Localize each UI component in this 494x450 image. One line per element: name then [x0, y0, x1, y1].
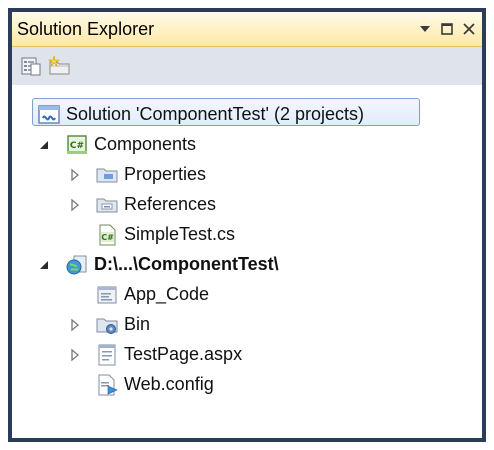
expanded-arrow-icon[interactable]	[38, 258, 52, 272]
tree-item-label: TestPage.aspx	[124, 344, 243, 364]
solution-icon	[38, 104, 60, 126]
show-all-files-icon[interactable]	[48, 55, 70, 77]
tree-item-testpage[interactable]: TestPage.aspx	[12, 340, 482, 370]
app-code-folder-icon	[96, 284, 118, 306]
properties-folder-icon	[96, 164, 118, 186]
csharp-project-icon: C#	[66, 134, 88, 156]
expanded-arrow-icon[interactable]	[38, 138, 52, 152]
title-bar[interactable]: Solution Explorer	[12, 12, 482, 47]
tree-item-label: Web.config	[124, 374, 214, 394]
dropdown-arrow-icon[interactable]	[418, 20, 432, 38]
bin-folder-icon	[96, 314, 118, 336]
tree-item-label: Components	[94, 134, 197, 154]
tree-item-label: App_Code	[124, 284, 210, 304]
tree-item-label: References	[124, 194, 217, 214]
website-project-icon	[66, 254, 88, 276]
tree-item-project-website[interactable]: D:\...\ComponentTest\	[12, 250, 482, 280]
svg-text:C#: C#	[101, 233, 114, 242]
solution-explorer-window: Solution Explorer Solution 'ComponentTes…	[8, 8, 486, 442]
tree-item-simpletest[interactable]: C# SimpleTest.cs	[12, 220, 482, 250]
collapsed-arrow-icon[interactable]	[68, 348, 82, 362]
collapsed-arrow-icon[interactable]	[68, 318, 82, 332]
collapsed-arrow-icon[interactable]	[68, 198, 82, 212]
tree-item-label: Bin	[124, 314, 151, 334]
tree-item-solution[interactable]: Solution 'ComponentTest' (2 projects)	[12, 98, 482, 130]
title-bar-buttons	[418, 18, 476, 40]
toolbar	[12, 47, 482, 85]
aspx-file-icon	[96, 344, 118, 366]
tree-item-app-code[interactable]: App_Code	[12, 280, 482, 310]
tree-item-label: D:\...\ComponentTest\	[94, 254, 279, 274]
tree-item-label: Solution 'ComponentTest' (2 projects)	[66, 104, 365, 124]
config-file-icon	[96, 374, 118, 396]
tree-item-project-components[interactable]: C# Components	[12, 130, 482, 160]
tree-item-label: SimpleTest.cs	[124, 224, 236, 244]
solution-explorer-panel: Solution Explorer Solution 'ComponentTes…	[12, 12, 482, 438]
window-title: Solution Explorer	[17, 19, 155, 39]
maximize-icon[interactable]	[440, 20, 454, 38]
references-icon	[96, 194, 118, 216]
tree-item-label: Properties	[124, 164, 207, 184]
tree-item-properties[interactable]: Properties	[12, 160, 482, 190]
properties-icon[interactable]	[20, 55, 42, 77]
tree-item-webconfig[interactable]: Web.config	[12, 370, 482, 400]
tree-item-references[interactable]: References	[12, 190, 482, 220]
svg-text:C#: C#	[70, 141, 84, 151]
collapsed-arrow-icon[interactable]	[68, 168, 82, 182]
tree-item-bin[interactable]: Bin	[12, 310, 482, 340]
csharp-file-icon: C#	[96, 224, 118, 246]
close-icon[interactable]	[462, 20, 476, 38]
